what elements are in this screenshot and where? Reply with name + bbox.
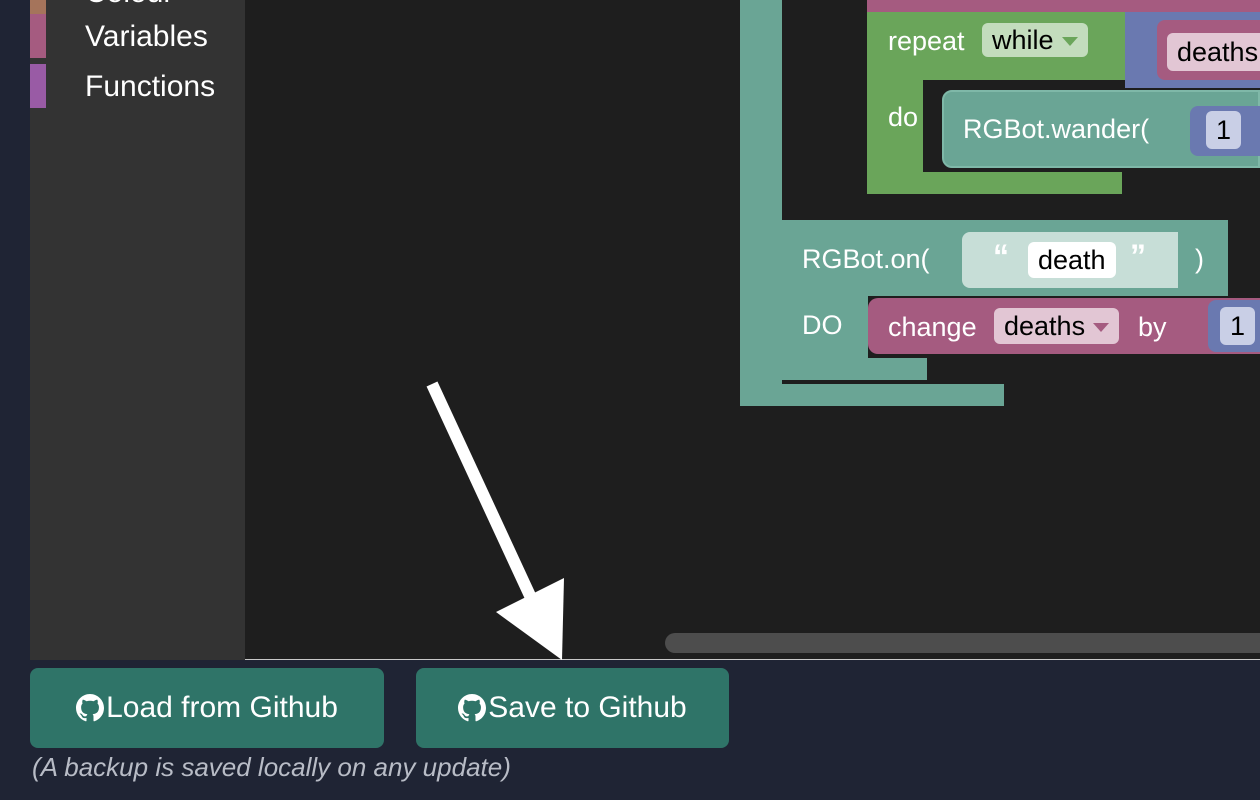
github-icon — [458, 694, 487, 722]
github-icon — [76, 694, 105, 722]
load-button-label: Load from Github — [106, 691, 338, 724]
load-from-github-button[interactable]: Load from Github — [30, 668, 384, 748]
save-to-github-button[interactable]: Save to Github — [416, 668, 729, 748]
backup-note: (A backup is saved locally on any update… — [32, 752, 511, 782]
save-button-label: Save to Github — [488, 691, 687, 724]
